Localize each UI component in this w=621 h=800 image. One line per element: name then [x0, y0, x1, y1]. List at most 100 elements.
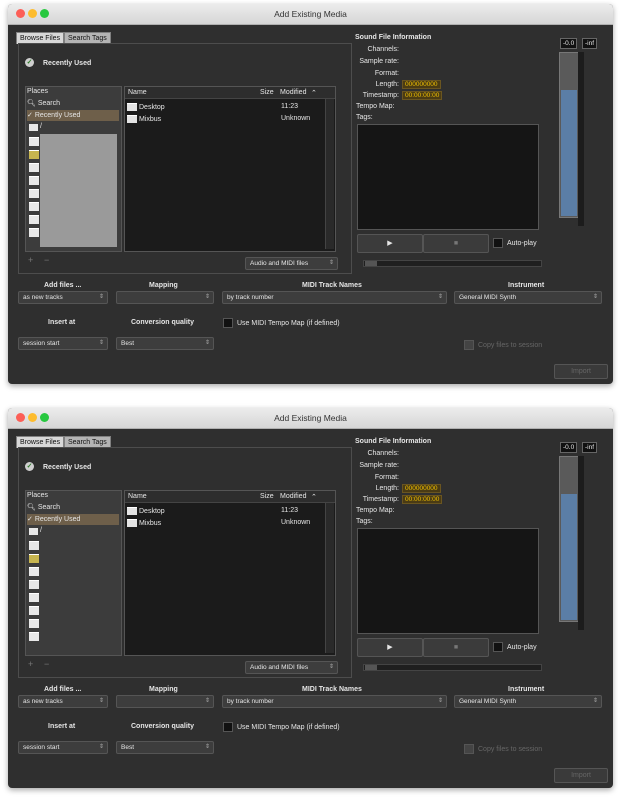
root-folder-icon [29, 124, 38, 131]
mapping-dropdown[interactable]: ⇕ [116, 695, 214, 708]
column-size[interactable]: Size [260, 493, 274, 500]
slider-thumb[interactable] [365, 665, 377, 670]
places-item-search[interactable]: 🔍︎ Search [27, 502, 119, 513]
column-name[interactable]: Name [128, 493, 147, 500]
copy-files-label: Copy files to session [478, 745, 543, 753]
mapping-dropdown[interactable]: ⇕ [116, 291, 214, 304]
column-name[interactable]: Name [128, 89, 147, 96]
level-meter [559, 456, 579, 622]
slider-thumb[interactable] [365, 261, 377, 266]
places-item-search[interactable]: 🔍︎ Search [27, 98, 119, 109]
folder-icon [29, 632, 39, 641]
column-size[interactable]: Size [260, 89, 274, 96]
preview-position-slider[interactable] [363, 664, 542, 671]
copy-files-checkbox[interactable]: Copy files to session [464, 744, 542, 754]
dropdown-arrow-icon: ⇕ [204, 698, 210, 704]
midi-track-names-dropdown[interactable]: by track number ⇕ [222, 695, 447, 708]
table-row[interactable]: Mixbus [127, 519, 161, 527]
folder-icon [29, 619, 39, 628]
copy-files-label: Copy files to session [478, 341, 543, 349]
add-files-dropdown[interactable]: as new tracks ⇕ [18, 695, 108, 708]
play-button[interactable]: ▶ [357, 234, 423, 253]
use-midi-tempo-label: Use MIDI Tempo Map (if defined) [237, 723, 340, 731]
insert-at-dropdown[interactable]: session start ⇕ [18, 741, 108, 754]
places-list[interactable] [40, 134, 117, 247]
root-folder-label[interactable]: / [40, 527, 42, 534]
dropdown-arrow-icon: ⇕ [328, 664, 334, 670]
column-modified[interactable]: Modified [280, 493, 306, 500]
remove-place-icon[interactable]: − [44, 255, 49, 265]
level-meter [559, 52, 579, 218]
file-list[interactable]: Name Size Modified ⌃ Desktop 11:23 Mixbu… [124, 490, 336, 656]
file-list-scrollbar[interactable] [325, 503, 334, 653]
use-midi-tempo-checkbox[interactable]: Use MIDI Tempo Map (if defined) [223, 318, 340, 328]
stop-button[interactable]: ■ [423, 234, 489, 253]
folder-icon [29, 163, 39, 172]
places-header: Places [27, 492, 49, 499]
insert-at-label: Insert at [48, 319, 76, 326]
instrument-label: Instrument [508, 686, 545, 693]
insert-at-dropdown[interactable]: session start ⇕ [18, 337, 108, 350]
play-icon: ▶ [387, 644, 393, 651]
import-button[interactable]: Import [554, 768, 608, 783]
tags-textarea[interactable] [357, 528, 539, 634]
midi-track-names-dropdown[interactable]: by track number ⇕ [222, 291, 447, 304]
instrument-dropdown[interactable]: General MIDI Synth ⇕ [454, 291, 602, 304]
dropdown-arrow-icon: ⇕ [592, 294, 598, 300]
column-modified[interactable]: Modified [280, 89, 306, 96]
tags-textarea[interactable] [357, 124, 539, 230]
places-pane: Places 🔍︎ Search ✓ Recently Used / [25, 490, 122, 656]
folder-icon [29, 580, 39, 589]
right-peak-display: -inf [582, 38, 598, 49]
copy-files-checkbox[interactable]: Copy files to session [464, 340, 542, 350]
instrument-dropdown[interactable]: General MIDI Synth ⇕ [454, 695, 602, 708]
file-name: Desktop [139, 507, 165, 515]
file-list[interactable]: Name Size Modified ⌃ Desktop 11:23 Mixbu… [124, 86, 336, 252]
add-place-icon[interactable]: + [28, 659, 33, 669]
conversion-quality-dropdown[interactable]: Best ⇕ [116, 337, 214, 350]
conversion-quality-dropdown[interactable]: Best ⇕ [116, 741, 214, 754]
title-bar: Add Existing Media [8, 4, 613, 25]
window-title: Add Existing Media [274, 9, 347, 19]
add-files-dropdown[interactable]: as new tracks ⇕ [18, 291, 108, 304]
dropdown-arrow-icon: ⇕ [437, 294, 443, 300]
add-place-icon[interactable]: + [28, 255, 33, 265]
folder-icon [29, 202, 39, 211]
stop-button[interactable]: ■ [423, 638, 489, 657]
dropdown-arrow-icon: ⇕ [204, 340, 210, 346]
stop-icon: ■ [453, 240, 459, 247]
file-name: Mixbus [139, 115, 162, 123]
table-row[interactable]: Desktop [127, 103, 165, 111]
play-button[interactable]: ▶ [357, 638, 423, 657]
import-button[interactable]: Import [554, 364, 608, 379]
file-filter-dropdown[interactable]: Audio and MIDI files ⇕ [245, 661, 338, 674]
left-peak-display: -0.0 [560, 442, 578, 453]
remove-place-icon[interactable]: − [44, 659, 49, 669]
file-modified: Unknown [281, 519, 311, 526]
file-name: Mixbus [139, 519, 162, 527]
folder-icon [127, 507, 137, 515]
instrument-label: Instrument [508, 282, 545, 289]
autoplay-checkbox[interactable]: Auto-play [493, 238, 537, 248]
use-midi-tempo-checkbox[interactable]: Use MIDI Tempo Map (if defined) [223, 722, 340, 732]
table-row[interactable]: Mixbus [127, 115, 161, 123]
dropdown-arrow-icon: ⇕ [204, 744, 210, 750]
autoplay-checkbox[interactable]: Auto-play [493, 642, 537, 652]
places-item-recently-used[interactable]: ✓ Recently Used [27, 514, 119, 525]
table-row[interactable]: Desktop [127, 507, 165, 515]
level-meter-fill [561, 494, 577, 620]
file-filter-dropdown[interactable]: Audio and MIDI files ⇕ [245, 257, 338, 270]
recently-used-icon: ✓ [25, 58, 34, 67]
length-value: 000000000 [402, 80, 441, 89]
folder-icon [127, 115, 137, 123]
preview-position-slider[interactable] [363, 260, 542, 267]
file-list-scrollbar[interactable] [325, 99, 334, 249]
places-item-recently-used[interactable]: ✓ Recently Used [27, 110, 119, 121]
channels-label: Channels: [367, 46, 399, 53]
insert-at-label: Insert at [48, 723, 76, 730]
timestamp-value: 00:00:00:00 [402, 495, 443, 504]
root-folder-label[interactable]: / [40, 123, 42, 130]
add-files-value: as new tracks [23, 294, 63, 301]
midi-track-names-value: by track number [227, 698, 274, 705]
insert-at-value: session start [23, 744, 60, 751]
